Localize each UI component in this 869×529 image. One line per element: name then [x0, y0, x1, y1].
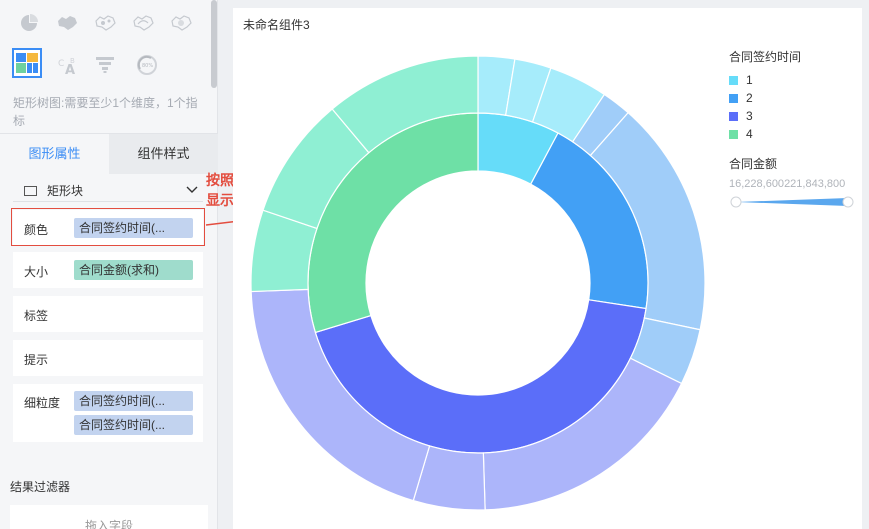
svg-text:C: C	[58, 59, 64, 69]
tooltip-label: 提示	[24, 353, 49, 367]
legend-item-3[interactable]: 3	[729, 107, 801, 125]
granularity-property-row[interactable]: 细粒度 合同签约时间(... 合同签约时间(...	[13, 384, 203, 442]
funnel-icon[interactable]	[90, 50, 120, 80]
size-slider-max-handle[interactable]	[842, 196, 854, 208]
granularity-label: 细粒度	[24, 396, 61, 410]
chevron-down-icon	[186, 186, 198, 193]
size-legend-max: 221,843,800	[784, 178, 846, 190]
size-label: 大小	[24, 265, 49, 279]
legend-swatch-3	[729, 111, 738, 121]
color-legend-title: 合同签约时间	[729, 50, 802, 64]
granularity-field-pill-1[interactable]: 合同签约时间(...	[74, 391, 193, 411]
tab-graphic-attributes[interactable]: 图形属性	[0, 134, 109, 174]
size-legend-range: 16,228,600221,843,800	[729, 178, 845, 190]
gauge-icon[interactable]: 80%	[132, 50, 162, 80]
map-chart-icon[interactable]	[52, 8, 82, 38]
chart-canvas: 未命名组件3 合同签约时间 1 2 3 4 合同金额 16,228,600221…	[233, 8, 862, 529]
svg-text:B: B	[70, 57, 75, 65]
mark-type-label: 矩形块	[47, 184, 84, 198]
color-row-highlight	[11, 208, 205, 246]
property-tabs: 图形属性 组件样式	[0, 133, 218, 174]
legend-item-4[interactable]: 4	[729, 125, 801, 143]
size-field-pill[interactable]: 合同金额(求和)	[74, 260, 193, 280]
tab-component-style[interactable]: 组件样式	[109, 134, 218, 174]
pie-chart-icon[interactable]	[14, 8, 44, 38]
legend-item-1[interactable]: 1	[729, 71, 801, 89]
label-label: 标签	[24, 309, 49, 323]
size-legend-min: 16,228,600	[729, 178, 785, 190]
legend-swatch-4	[729, 129, 738, 139]
legend-swatch-1	[729, 75, 738, 85]
bubble-map-icon[interactable]	[90, 8, 120, 38]
word-cloud-icon[interactable]: CAB	[52, 50, 82, 80]
chart-type-scrollbar[interactable]	[211, 0, 217, 88]
svg-text:80%: 80%	[142, 63, 153, 69]
filter-drop-zone[interactable]: 拖入字段	[10, 505, 208, 529]
color-legend: 合同签约时间 1 2 3 4	[729, 48, 801, 143]
rectangle-icon	[24, 185, 37, 196]
legend-swatch-2	[729, 93, 738, 103]
legend-item-2[interactable]: 2	[729, 89, 801, 107]
size-slider-min-handle[interactable]	[730, 196, 742, 208]
chart-type-grid: CAB 80%	[0, 0, 210, 86]
flow-map-icon[interactable]	[128, 8, 158, 38]
heat-map-icon[interactable]	[166, 8, 196, 38]
chart-requirement-hint: 矩形树图:需要至少1个维度，1个指标	[13, 96, 198, 128]
result-filter-title: 结果过滤器	[10, 480, 71, 494]
granularity-field-pill-2[interactable]: 合同签约时间(...	[74, 415, 193, 435]
property-panel: CAB 80% 矩形树图:需要至少1个维度，1个指标 图形属性 组件样式 矩形块…	[0, 0, 218, 529]
mark-type-select[interactable]: 矩形块	[13, 180, 203, 202]
label-property-row[interactable]: 标签	[13, 296, 203, 332]
size-property-row[interactable]: 大小 合同金额(求和)	[13, 252, 203, 288]
treemap-icon[interactable]	[12, 48, 42, 78]
size-range-slider[interactable]	[729, 194, 855, 210]
tooltip-property-row[interactable]: 提示	[13, 340, 203, 376]
size-legend-title: 合同金额	[729, 157, 778, 171]
